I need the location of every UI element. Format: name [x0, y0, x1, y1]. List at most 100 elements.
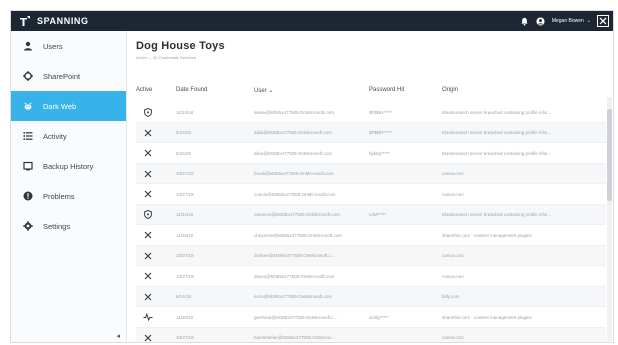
table-row[interactable]: 11/24/18 alexw@M365x477509.OnMicrosoft.co…	[136, 102, 606, 123]
close-icon[interactable]	[142, 287, 154, 307]
column-header-origin[interactable]: Origin	[442, 87, 458, 93]
close-icon[interactable]	[142, 184, 154, 204]
shield-icon[interactable]	[142, 205, 154, 225]
column-header-password-hit[interactable]: Password Hit	[369, 87, 404, 93]
origin-cell: canva.com	[442, 335, 464, 340]
close-icon[interactable]	[142, 328, 154, 343]
date-cell: 6/14/19	[176, 294, 192, 299]
table-row[interactable]: 10/27/19 davex@M365x477509.OnMicrosoft.co…	[136, 266, 606, 287]
sidebar-item-label: Settings	[43, 221, 71, 231]
column-header-user[interactable]: User ⌄	[254, 87, 273, 94]
table-row[interactable]: 11/28/19 genhurst@M365x477509.OnMicrosoft…	[136, 307, 606, 328]
sidebar-item-settings[interactable]: Settings	[11, 211, 126, 241]
password-cell	[369, 266, 409, 286]
table-row[interactable]: 10/27/19 harrwheeler@M365x477509.OnMicros…	[136, 327, 606, 343]
password-cell: hjdsfg*****	[369, 150, 390, 156]
table-row[interactable]: 10/27/19 connie@M365x477509.OnMicrosoft.c…	[136, 184, 606, 205]
scrollbar-thumb[interactable]	[607, 109, 612, 201]
chevron-down-icon[interactable]: ⌄	[587, 18, 591, 24]
sidebar-item-label: Problems	[43, 191, 75, 201]
page-subtitle: Active — 30 Credentials Detected	[136, 55, 197, 60]
origin-cell: sharethis.com - content management plugi…	[442, 232, 532, 238]
sidebar-item-activity[interactable]: Activity	[11, 121, 126, 151]
origin-cell: Elasticsearch server breached containing…	[442, 130, 552, 135]
brand-name: SPANNING	[37, 16, 89, 26]
sharepoint-icon	[23, 71, 33, 81]
table-row[interactable]: 11/24/18 cameron@M365x477509.OnMicrosoft.…	[136, 204, 606, 225]
table-row[interactable]: 6/14/19 enzo@M365x477509.OnMicrosoft.com b…	[136, 286, 606, 307]
user-cell: adiia@M365x477509.OnMicrosoft.com	[254, 130, 332, 135]
close-icon[interactable]	[142, 164, 154, 184]
sidebar-item-problems[interactable]: Problems	[11, 181, 126, 211]
user-menu-name[interactable]: Megan Bowen	[552, 18, 584, 24]
shield-icon[interactable]	[142, 102, 154, 122]
origin-cell: bitly.com	[442, 294, 460, 299]
user-cell: davex@M365x477509.OnMicrosoft.com	[254, 273, 335, 279]
origin-cell: Elasticsearch server breached containing…	[442, 212, 552, 217]
user-cell: brook@M365x477509.OnMicrosoft.com	[254, 171, 334, 176]
table-row[interactable]: 5/24/20 alina@M365x477509.OnMicrosoft.com…	[136, 143, 606, 164]
password-cell	[369, 225, 409, 245]
user-cell: dosbee@M365x477509.OnMicrosoft.c...	[254, 253, 335, 258]
origin-cell: Elasticsearch server breached containing…	[442, 150, 552, 156]
backup-history-icon	[23, 161, 33, 171]
date-cell: 11/28/19	[176, 232, 194, 238]
column-header-date-found[interactable]: Date Found	[176, 87, 207, 93]
date-cell: 11/28/19	[176, 314, 194, 320]
notification-bell-icon[interactable]	[520, 16, 530, 26]
origin-cell: canva.com	[442, 253, 464, 258]
close-icon[interactable]	[142, 143, 154, 163]
date-cell: 10/27/19	[176, 335, 194, 340]
table-header: Active Date Found User ⌄ Password Hit Or…	[136, 87, 606, 99]
dark-web-icon	[23, 101, 33, 111]
password-cell: $P$BH*****	[369, 109, 393, 115]
close-icon[interactable]	[142, 123, 154, 143]
sidebar-item-dark-web[interactable]: Dark Web	[11, 91, 126, 121]
table-row[interactable]: 10/27/19 brook@M365x477509.OnMicrosoft.co…	[136, 163, 606, 184]
date-cell: 10/27/19	[176, 253, 194, 258]
table-row[interactable]: 5/24/20 adiia@M365x477509.OnMicrosoft.com…	[136, 122, 606, 143]
close-icon[interactable]	[597, 15, 609, 27]
table-row[interactable]: 11/28/19 cheyenne@M365x477509.OnMicrosoft…	[136, 225, 606, 246]
sidebar: Users SharePoint Dark Web Activity Backu…	[11, 31, 127, 342]
user-cell: connie@M365x477509.OnMicrosoft.com	[254, 191, 336, 197]
settings-gear-icon	[23, 221, 33, 231]
origin-cell: canva.com	[442, 273, 464, 279]
password-cell: c4M*****	[369, 212, 387, 217]
date-cell: 11/24/18	[176, 109, 194, 115]
password-cell: $P$BH*****	[369, 130, 393, 135]
password-cell	[369, 184, 409, 204]
top-bar: SPANNING Megan Bowen ⌄	[11, 11, 613, 31]
close-icon[interactable]	[142, 225, 154, 245]
date-cell: 10/27/19	[176, 273, 194, 279]
brand[interactable]: SPANNING	[11, 15, 89, 27]
date-cell: 5/24/20	[176, 150, 192, 156]
user-cell: cameron@M365x477509.OnMicrosoft.com	[254, 212, 340, 217]
table-row[interactable]: 10/27/19 dosbee@M365x477509.OnMicrosoft.c…	[136, 245, 606, 266]
password-cell: azsfg*****	[369, 314, 389, 320]
close-icon[interactable]	[142, 266, 154, 286]
sidebar-item-label: Backup History	[43, 161, 94, 171]
password-cell	[369, 164, 409, 184]
collapse-sidebar-icon[interactable]: ◂	[116, 332, 120, 340]
sidebar-item-users[interactable]: Users	[11, 31, 126, 61]
user-cell: harrwheeler@M365x477509.OnMicros...	[254, 335, 336, 340]
date-cell: 5/24/20	[176, 130, 192, 135]
main-content: Dog House Toys Active — 30 Credentials D…	[128, 31, 613, 343]
user-avatar-icon[interactable]	[536, 16, 546, 26]
close-icon[interactable]	[142, 246, 154, 266]
user-cell: alina@M365x477509.OnMicrosoft.com	[254, 150, 332, 156]
column-header-active[interactable]: Active	[136, 87, 152, 93]
user-cell: genhurst@M365x477509.OnMicrosoft.c...	[254, 314, 338, 320]
sidebar-item-backup-history[interactable]: Backup History	[11, 151, 126, 181]
sidebar-item-sharepoint[interactable]: SharePoint	[11, 61, 126, 91]
problems-icon	[23, 191, 33, 201]
password-cell	[369, 246, 409, 266]
origin-cell: canva.com	[442, 191, 464, 197]
user-icon	[23, 41, 33, 51]
origin-cell: sharethis.com - content management plugi…	[442, 314, 532, 320]
activity-pulse-icon[interactable]	[142, 307, 154, 327]
user-cell: alexw@M365x477509.OnMicrosoft.com	[254, 109, 334, 115]
origin-cell: Elasticsearch server breached containing…	[442, 109, 552, 115]
table-body: 11/24/18 alexw@M365x477509.OnMicrosoft.co…	[136, 102, 606, 343]
